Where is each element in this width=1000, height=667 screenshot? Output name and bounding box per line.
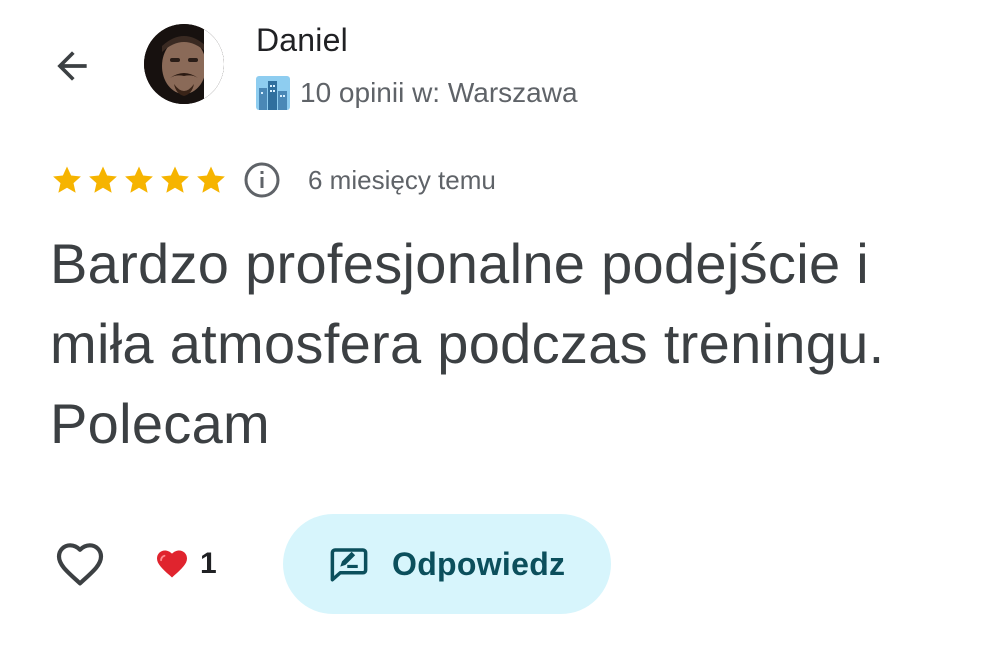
city-emoji-icon	[256, 76, 290, 110]
review-text: Bardzo profesjonalne podejście i miła at…	[50, 232, 885, 455]
avatar[interactable]	[144, 24, 224, 104]
star-icon	[125, 166, 153, 193]
reply-button-label: Odpowiedz	[392, 545, 566, 582]
star-icon	[53, 166, 81, 193]
star-icon	[89, 166, 117, 193]
arrow-left-icon	[57, 51, 87, 81]
like-button[interactable]	[50, 534, 110, 594]
review-date: 6 miesięcy temu	[308, 164, 496, 195]
back-button[interactable]	[46, 40, 98, 92]
rating-row: 6 miesięcy temu	[50, 160, 496, 200]
like-count: 1	[154, 546, 217, 582]
heart-filled-icon	[157, 550, 187, 578]
reply-button[interactable]: Odpowiedz	[282, 514, 611, 614]
reviewer-review-count: 10 opinii w: Warszawa	[300, 77, 578, 108]
heart-outline-icon	[56, 543, 104, 586]
like-count-value: 1	[200, 547, 217, 580]
reviewer-meta: 10 opinii w: Warszawa	[256, 76, 578, 110]
review-actions: 1 Odpowiedz	[50, 512, 611, 616]
info-icon[interactable]	[242, 160, 282, 200]
reply-edit-icon	[330, 548, 368, 582]
reviewer-name[interactable]: Daniel	[256, 22, 348, 59]
avatar-photo	[144, 24, 224, 104]
star-rating	[50, 163, 228, 197]
star-icon	[197, 166, 225, 193]
star-icon	[161, 166, 189, 193]
